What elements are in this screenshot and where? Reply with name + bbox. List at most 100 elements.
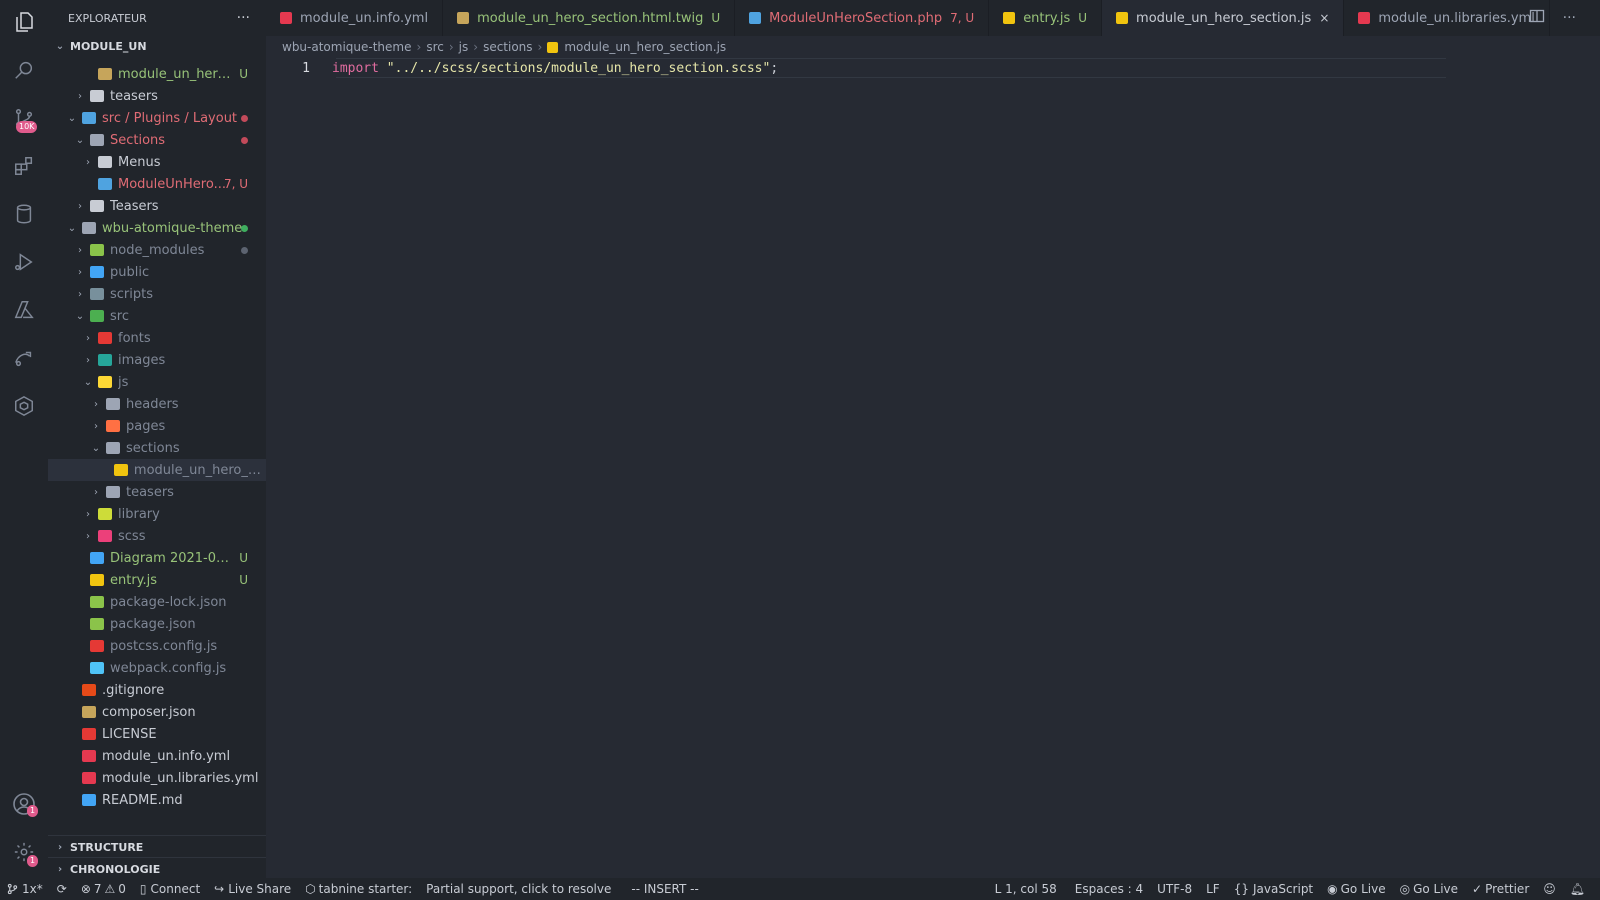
file-icon [90,662,104,674]
tree-item[interactable]: entry.js U [48,569,266,591]
tree-item[interactable]: ⌄ js [48,371,266,393]
tree-item-label: images [118,352,166,368]
file-icon [280,12,292,24]
structure-section[interactable]: › STRUCTURE [48,835,266,858]
tree-item[interactable]: ModuleUnHero... 7, U [48,173,266,195]
tree-item[interactable]: › pages [48,415,266,437]
editor-tab[interactable]: entry.js U [989,0,1103,36]
breadcrumb-item[interactable]: js [459,40,469,54]
prettier-status[interactable]: ✓ Prettier [1465,882,1536,896]
editor-tab[interactable]: module_un.info.yml [266,0,444,36]
timeline-section[interactable]: › CHRONOLOGIE [48,857,266,878]
branch-status[interactable]: 1x* [0,882,50,896]
breadcrumb-item[interactable]: sections [483,40,532,54]
editor-tab[interactable]: ModuleUnHeroSection.php 7, U [735,0,990,36]
code-content[interactable]: import "../../scss/sections/module_un_he… [332,61,778,76]
tree-item[interactable]: › library [48,503,266,525]
tree-item-label: ModuleUnHero... [118,176,226,192]
run-debug-icon[interactable] [10,248,38,276]
problems-status[interactable]: ⊗ 7 ⚠ 0 [74,882,133,896]
file-icon [90,640,104,652]
tree-item[interactable]: › scss [48,525,266,547]
tree-item[interactable]: › headers [48,393,266,415]
tree-item[interactable]: postcss.config.js [48,635,266,657]
sync-icon[interactable]: ⟳ [50,882,74,896]
tree-item[interactable]: › node_modules [48,239,266,261]
breadcrumb-item[interactable]: src [426,40,444,54]
tree-item[interactable]: › fonts [48,327,266,349]
notifications-bell-icon[interactable]: 🔔︎ [1563,882,1592,896]
more-editor-actions-button[interactable]: ··· [1563,10,1576,26]
explorer-icon[interactable] [10,8,38,36]
tree-item[interactable]: composer.json [48,701,266,723]
close-tab-icon[interactable]: × [1319,11,1329,25]
tree-item[interactable]: module_un.info.yml [48,745,266,767]
cursor-position[interactable]: L 1, col 58 [988,882,1064,896]
tree-item-label: README.md [102,792,183,808]
language-mode[interactable]: {} JavaScript [1227,882,1320,896]
more-actions-button[interactable]: ··· [237,10,250,26]
tree-item[interactable]: › scripts [48,283,266,305]
tree-item[interactable]: package.json [48,613,266,635]
editor-tab[interactable]: module_un_hero_section.html.twig U [443,0,736,36]
feedback-icon[interactable]: ☺ [1536,882,1563,896]
tree-item[interactable]: ⌄ wbu-atomique-theme [48,217,266,239]
go-live-status-2[interactable]: ◎ Go Live [1393,882,1465,896]
remote-explorer-icon[interactable] [10,344,38,372]
tree-item[interactable]: ⌄ Sections [48,129,266,151]
folder-icon [90,134,104,146]
editor-tab[interactable]: module_un_hero_section.js × [1102,0,1345,36]
go-live-status-1[interactable]: ◉ Go Live [1320,882,1392,896]
docker-icon[interactable] [10,392,38,420]
tree-item[interactable]: LICENSE [48,723,266,745]
tree-item[interactable]: › Menus [48,151,266,173]
folder-icon [98,530,112,542]
tree-item[interactable]: › teasers [48,481,266,503]
breadcrumb-item[interactable]: wbu-atomique-theme [282,40,412,54]
code-line[interactable]: 1 import "../../scss/sections/module_un_… [266,58,1466,78]
tree-item-label: sections [126,440,180,456]
tree-item-label: scripts [110,286,153,302]
tree-item-label: package-lock.json [110,594,227,610]
tree-item[interactable]: ⌄ sections [48,437,266,459]
breadcrumb-item[interactable]: module_un_hero_section.js [564,40,726,54]
chevron-right-icon: › [94,486,98,498]
tree-item[interactable]: README.md [48,789,266,811]
file-icon [98,68,112,80]
end-of-line[interactable]: LF [1199,882,1227,896]
file-icon [90,618,104,630]
tabnine-status[interactable]: ⬡ tabnine starter: [298,882,419,896]
file-icon [90,552,104,564]
import-path-string: "../../scss/sections/module_un_hero_sect… [386,60,771,76]
editor-tab[interactable]: module_un.libraries.yml [1344,0,1550,36]
encoding[interactable]: UTF-8 [1150,882,1199,896]
file-icon [457,12,470,24]
indentation[interactable]: Espaces : 4 [1068,882,1150,896]
tree-item[interactable]: module_un.libraries.yml [48,767,266,789]
tree-item[interactable]: › Teasers [48,195,266,217]
tree-item[interactable]: module_un_hero... U [48,63,266,85]
error-count: 7 [93,882,102,896]
tree-item[interactable]: › images [48,349,266,371]
tree-item[interactable]: package-lock.json [48,591,266,613]
tree-item[interactable]: ⌄ src [48,305,266,327]
workspace-folder-header[interactable]: ⌄ MODULE_UN [48,36,266,56]
liveshare-status[interactable]: ↪ Live Share [207,882,298,896]
connect-status[interactable]: ▯ Connect [133,882,207,896]
status-dot [241,136,248,144]
partial-support-status[interactable]: Partial support, click to resolve [419,882,618,896]
split-editor-icon[interactable] [1529,8,1545,28]
extensions-icon[interactable] [10,152,38,180]
search-icon[interactable] [10,56,38,84]
tree-item[interactable]: module_un_hero_s... [48,459,266,481]
code-editor[interactable]: 1 import "../../scss/sections/module_un_… [266,58,1600,878]
azure-icon[interactable] [10,296,38,324]
chevron-right-icon: › [78,90,82,102]
tree-item[interactable]: › public [48,261,266,283]
tree-item[interactable]: ⌄ src / Plugins / Layout [48,107,266,129]
tree-item[interactable]: Diagram 2021-04-... U [48,547,266,569]
tree-item[interactable]: webpack.config.js [48,657,266,679]
tree-item[interactable]: .gitignore [48,679,266,701]
database-icon[interactable] [10,200,38,228]
tree-item[interactable]: › teasers [48,85,266,107]
